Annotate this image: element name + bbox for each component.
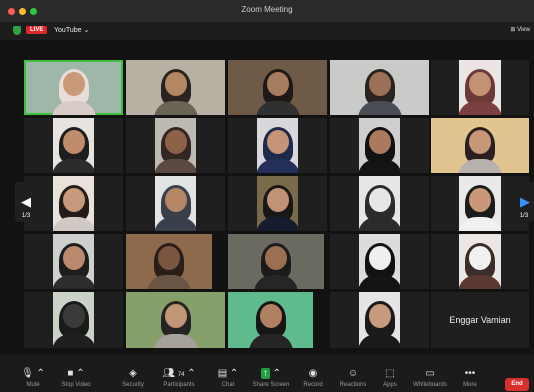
participant-tile[interactable] [431,234,529,289]
participant-tile[interactable] [126,60,225,115]
page-indicator-left: 1/3 [21,213,31,219]
participant-tile[interactable] [24,118,123,173]
live-badge[interactable]: LIVE [26,26,48,34]
participant-tile[interactable] [126,118,225,173]
meeting-info-bar: LIVE YouTube ⌄ ⊞ View [0,22,534,40]
participant-tile[interactable] [330,292,429,348]
participant-tile[interactable] [431,118,529,173]
participant-tile[interactable] [24,292,123,348]
participants-button[interactable]: 👥︎ 74 ⌃ Participants [156,368,202,388]
participant-tile[interactable] [330,234,429,289]
participant-tile[interactable] [228,234,324,289]
mute-button[interactable]: 🎙︎ ⌃ Mute [10,368,56,388]
more-button[interactable]: ••• More [447,368,493,388]
participant-tile[interactable] [228,118,327,173]
chat-icon: ▤ ⌃ [217,368,239,379]
title-bar: Zoom Meeting [0,0,534,22]
encryption-shield-icon[interactable] [13,26,21,35]
participant-tile[interactable] [330,60,429,115]
window-title: Zoom Meeting [241,5,293,14]
meeting-toolbar: 🎙︎ ⌃ Mute ■ ⌃ Stop Video ◈ Security 👥︎ 74 ⌃… [0,366,534,392]
chat-button[interactable]: ▤ ⌃ Chat [205,368,251,388]
microphone-icon: 🎙︎ ⌃ [21,368,45,379]
chevron-left-icon: ◀ [21,194,31,209]
participants-icon: 👥︎ 74 ⌃ [162,368,196,379]
participant-name: Enggar Vamian [449,315,511,325]
livestream-dropdown[interactable]: YouTube ⌄ [54,26,89,34]
share-screen-icon: ↑ ⌃ [260,368,282,379]
share-screen-button[interactable]: ↑ ⌃ Share Screen [248,368,294,388]
participant-tile[interactable] [126,292,225,348]
video-camera-icon: ■ ⌃ [67,368,85,379]
previous-page-button[interactable]: ◀ 1/3 [15,182,37,222]
gallery-view: Enggar Vamian ◀ 1/3 ▶ 1/3 [0,40,534,355]
next-page-button[interactable]: ▶ 1/3 [514,182,534,222]
participant-tile[interactable] [126,234,212,289]
participant-tile[interactable] [330,118,429,173]
participant-tile[interactable] [24,60,123,115]
view-button[interactable]: ⊞ View [510,26,530,33]
participants-count: 74 [177,372,185,378]
participant-tile[interactable] [330,176,429,231]
participant-tile[interactable] [126,176,225,231]
participant-tile[interactable] [431,60,529,115]
shield-icon: ◈ [129,368,137,379]
end-meeting-button[interactable]: End [505,378,529,391]
participant-tile[interactable] [24,234,123,289]
stop-video-button[interactable]: ■ ⌃ Stop Video [53,368,99,388]
participant-tile[interactable] [228,292,313,348]
view-label: View [517,27,530,33]
participant-tile[interactable] [228,60,327,115]
page-indicator-right: 1/3 [519,213,529,219]
security-button[interactable]: ◈ Security [110,368,156,388]
more-icon: ••• [464,368,476,379]
participant-tile[interactable] [228,176,327,231]
participant-tile[interactable] [24,176,123,231]
chevron-right-icon: ▶ [520,194,530,209]
participant-tile-name-only[interactable]: Enggar Vamian [431,292,529,348]
